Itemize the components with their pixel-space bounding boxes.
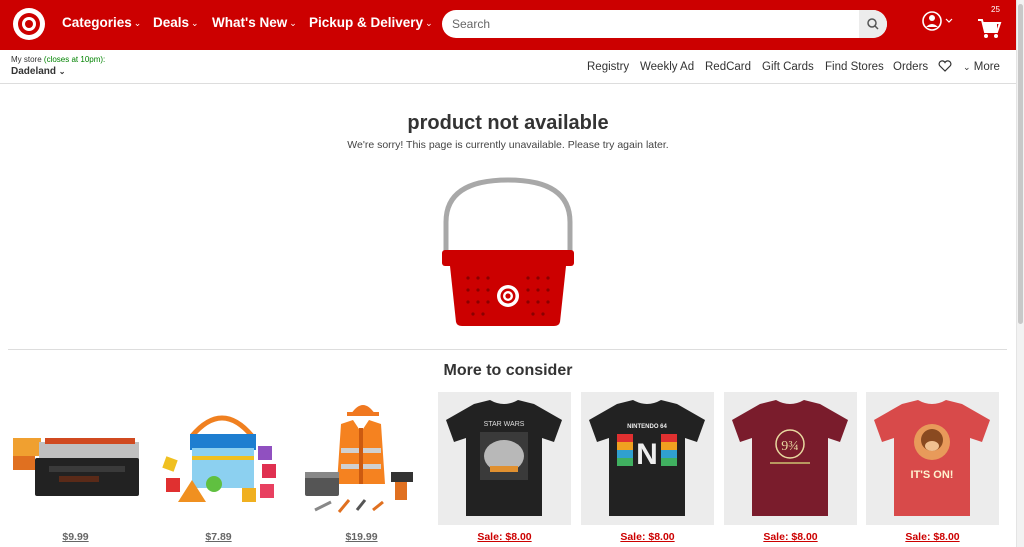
empty-basket-icon — [442, 177, 574, 326]
top-navigation-bar: Categories ⌄ Deals ⌄ What's New ⌄ Pickup & … — [0, 0, 1016, 50]
product-card[interactable]: $7.89 — [152, 392, 285, 547]
nintendo-tshirt-icon: N NINTENDO 64 — [581, 392, 714, 525]
nav-deals[interactable]: Deals ⌄ — [153, 15, 199, 33]
product-price[interactable]: $7.89 — [152, 531, 285, 543]
link-weekly-ad[interactable]: Weekly Ad — [640, 61, 694, 73]
svg-text:N: N — [636, 438, 658, 471]
page-title: product not available — [407, 112, 609, 134]
construction-costume-icon — [305, 405, 413, 513]
section-divider — [8, 349, 1007, 350]
link-gift-cards[interactable]: Gift Cards — [762, 61, 814, 73]
recommendations-title: More to consider — [443, 362, 573, 379]
chevron-down-icon: ⌄ — [58, 67, 66, 76]
search-button[interactable] — [859, 10, 887, 38]
product-price[interactable]: Sale: $8.00 — [438, 531, 571, 543]
product-card[interactable]: 9¾ Sale: $8.00 — [724, 392, 857, 547]
target-logo-icon[interactable] — [13, 8, 45, 40]
nav-categories[interactable]: Categories ⌄ — [62, 15, 141, 33]
account-icon — [922, 11, 953, 31]
product-price[interactable]: Sale: $8.00 — [866, 531, 999, 543]
link-redcard[interactable]: RedCard — [705, 61, 751, 73]
store-selector[interactable]: Dadeland ⌄ — [11, 66, 66, 77]
harry-potter-tshirt-icon: 9¾ — [724, 392, 857, 525]
product-price[interactable]: Sale: $8.00 — [724, 531, 857, 543]
shape-sorter-toy-icon — [162, 415, 276, 502]
product-price[interactable]: $19.99 — [295, 531, 428, 543]
donkey-kong-tshirt-icon: IT'S ON! — [866, 392, 999, 525]
nav-whats-new[interactable]: What's New ⌄ — [212, 15, 297, 33]
chevron-down-icon: ⌄ — [425, 18, 433, 28]
error-message: We're sorry! This page is currently unav… — [347, 139, 669, 151]
heart-icon — [938, 60, 952, 72]
chevron-down-icon: ⌄ — [289, 18, 297, 28]
more-menu[interactable]: ⌄ More — [963, 61, 1000, 73]
product-card[interactable]: IT'S ON! Sale: $8.00 — [866, 392, 999, 547]
search-input[interactable] — [452, 16, 852, 32]
link-registry[interactable]: Registry — [587, 61, 629, 73]
chevron-down-icon: ⌄ — [963, 62, 971, 72]
toolbox-toy-icon — [13, 438, 139, 496]
search-icon — [867, 18, 879, 30]
cart-button[interactable]: 25 — [975, 5, 1005, 39]
product-card[interactable]: $19.99 — [295, 392, 428, 547]
product-card[interactable]: STAR WARS Sale: $8.00 — [438, 392, 571, 547]
account-button[interactable] — [921, 10, 957, 32]
link-orders[interactable]: Orders — [893, 61, 928, 73]
product-price[interactable]: Sale: $8.00 — [581, 531, 714, 543]
scrollbar-thumb[interactable] — [1018, 4, 1023, 324]
nav-pickup-delivery[interactable]: Pickup & Delivery ⌄ — [309, 15, 433, 33]
search-bar — [442, 10, 887, 38]
product-card[interactable]: N NINTENDO 64 Sale: $8.00 — [581, 392, 714, 547]
chevron-down-icon: ⌄ — [133, 18, 142, 28]
product-price[interactable]: $9.99 — [9, 531, 142, 543]
svg-text:NINTENDO 64: NINTENDO 64 — [627, 424, 667, 430]
svg-text:STAR WARS: STAR WARS — [484, 421, 525, 428]
cart-icon — [978, 19, 1002, 38]
product-card[interactable]: $9.99 — [9, 392, 142, 547]
svg-text:IT'S ON!: IT'S ON! — [911, 469, 954, 481]
link-find-stores[interactable]: Find Stores — [825, 61, 884, 73]
svg-text:9¾: 9¾ — [781, 439, 799, 454]
favorites-button[interactable] — [938, 60, 952, 75]
my-store-label: My store (closes at 10pm): — [11, 55, 106, 64]
utility-bar: My store (closes at 10pm): Dadeland ⌄ Re… — [0, 50, 1016, 84]
chevron-down-icon: ⌄ — [191, 18, 199, 28]
star-wars-tshirt-icon: STAR WARS — [438, 392, 571, 525]
